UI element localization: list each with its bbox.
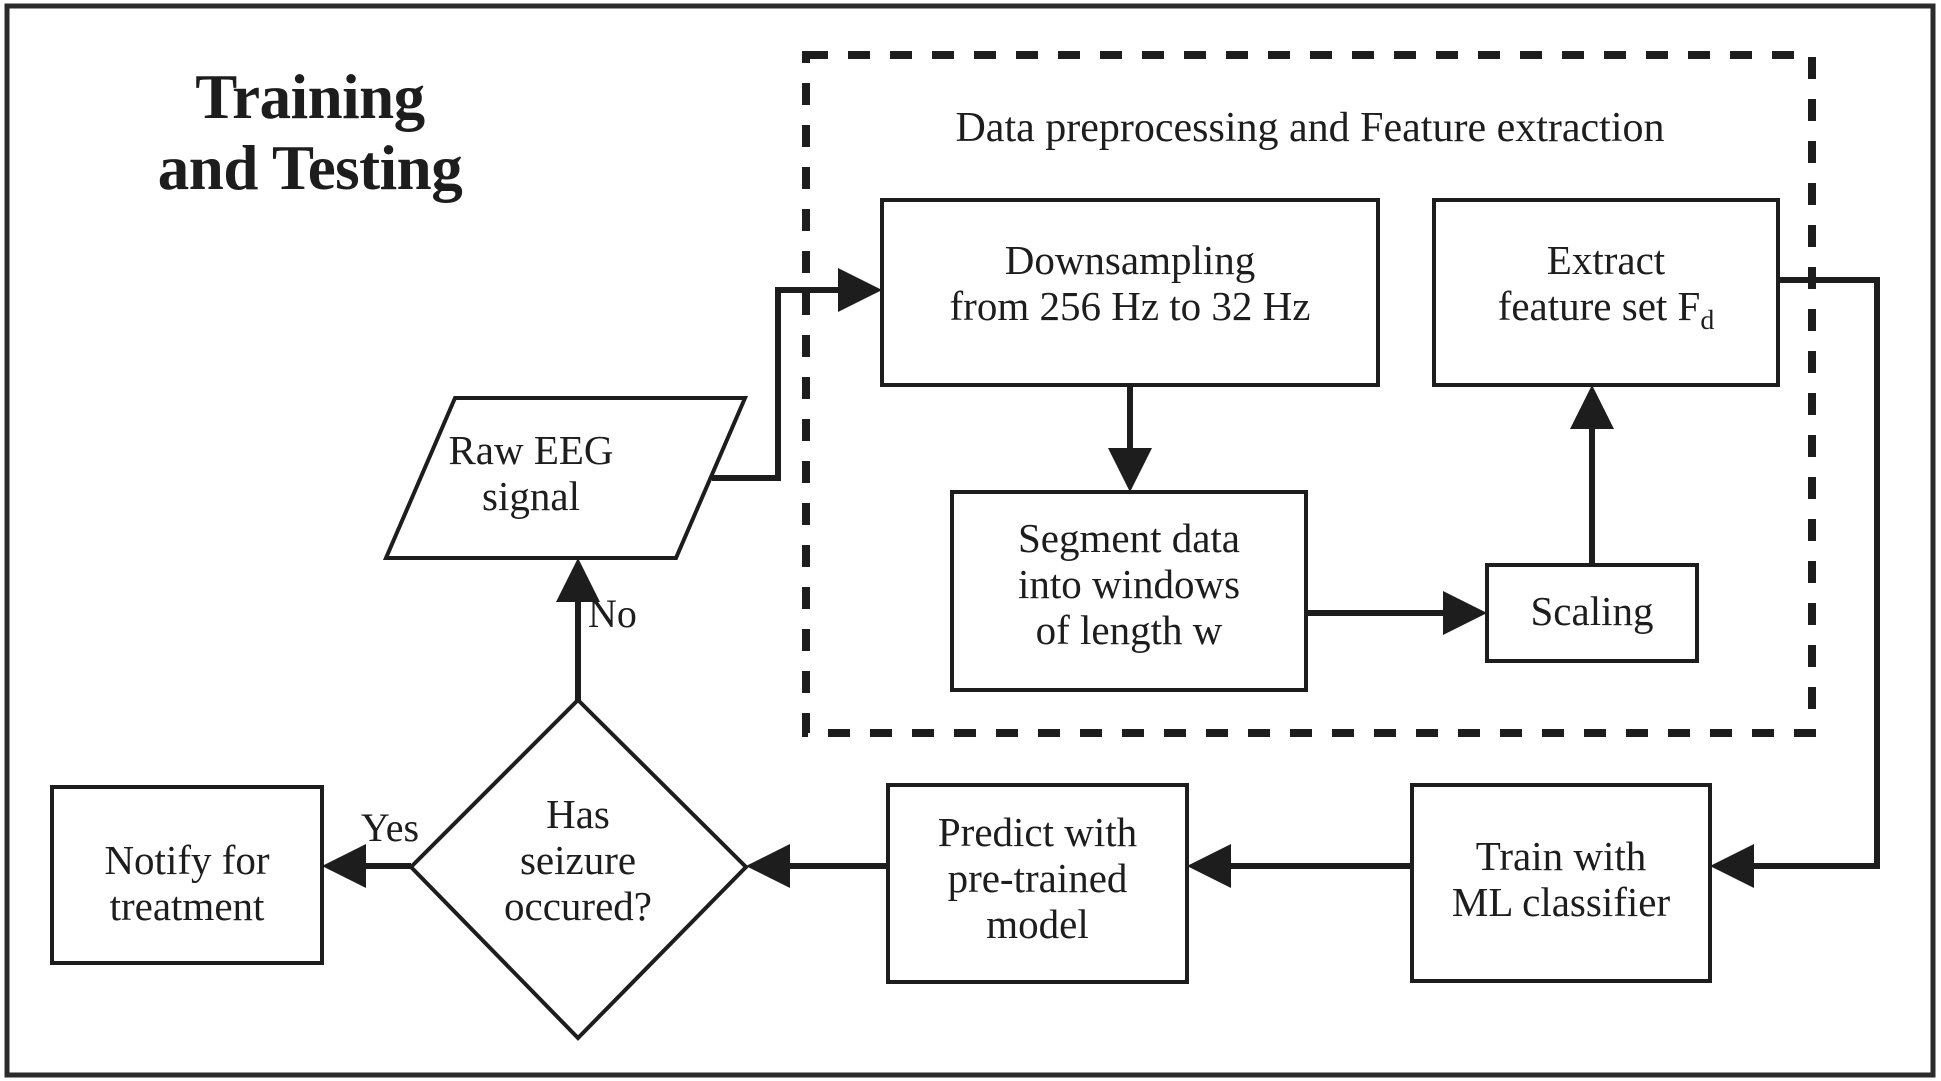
edge-decision-to-notify-arrowhead	[322, 844, 366, 888]
node-extract-shape	[1432, 198, 1780, 387]
flowchart-canvas: Training and Testing Data preprocessing …	[0, 0, 1941, 1081]
node-train-shape	[1410, 783, 1712, 983]
node-decision-shape	[408, 697, 749, 1041]
edge-scaling-to-extract-arrowhead	[1570, 385, 1614, 429]
edge-decision-to-raweeg-arrowhead	[556, 558, 600, 602]
node-segment-shape	[950, 490, 1308, 692]
node-notify-shape	[50, 785, 324, 965]
edge-raweeg-to-downsampling-arrowhead	[838, 268, 882, 312]
edge-extract-to-train-arrowhead	[1710, 844, 1754, 888]
node-scaling-shape	[1485, 563, 1699, 663]
edge-raweeg-to-downsampling	[712, 287, 862, 481]
node-raw-eeg-shape	[382, 396, 749, 560]
edge-predict-to-decision-arrowhead	[746, 844, 790, 888]
edge-train-to-predict-arrowhead	[1187, 844, 1231, 888]
node-predict-shape	[886, 783, 1189, 984]
edge-segment-to-scaling-arrowhead	[1443, 591, 1487, 635]
flowchart-svg	[4, 3, 1936, 1078]
edge-downsampling-to-segment-arrowhead	[1108, 448, 1152, 492]
node-downsampling-shape	[880, 198, 1380, 387]
